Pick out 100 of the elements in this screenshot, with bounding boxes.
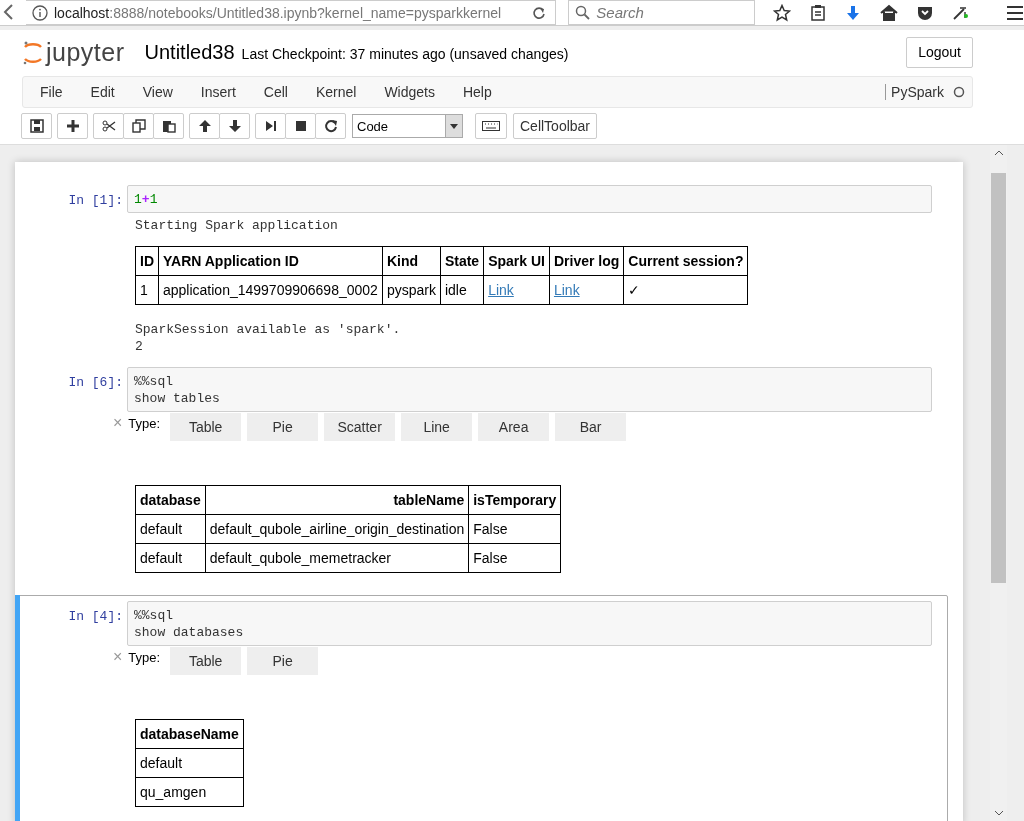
column-header: ID xyxy=(135,246,159,276)
chart-type-button[interactable]: Bar xyxy=(555,413,627,441)
star-icon[interactable] xyxy=(773,3,791,22)
input-prompt: In [6]: xyxy=(67,374,124,392)
home-icon[interactable] xyxy=(880,4,898,21)
code-line: show databases xyxy=(134,624,244,641)
wand-icon[interactable] xyxy=(952,4,969,21)
step-forward-icon xyxy=(263,119,278,133)
up-arrow-button[interactable] xyxy=(189,113,220,139)
table-cell: default_qubole_memetracker xyxy=(205,543,469,573)
chart-type-button[interactable]: Scatter xyxy=(324,413,396,441)
restart-button[interactable] xyxy=(315,113,346,139)
code-editor[interactable]: %%sql show databases xyxy=(127,601,932,646)
restart-icon xyxy=(323,119,338,133)
jupyter-logo[interactable]: jupyter xyxy=(22,37,125,67)
column-header: Kind xyxy=(382,246,441,276)
down-arrow-icon xyxy=(227,119,242,133)
notebook-title[interactable]: Untitled38 xyxy=(144,40,235,64)
table-cell: pyspark xyxy=(382,275,441,305)
scissors-icon xyxy=(101,119,116,133)
menu-item[interactable]: Cell xyxy=(249,84,302,100)
column-header: isTemporary xyxy=(468,485,561,515)
menu-item[interactable]: View xyxy=(128,84,187,100)
shield-icon[interactable] xyxy=(917,4,933,21)
column-header: Driver log xyxy=(549,246,624,276)
step-forward-button[interactable] xyxy=(255,113,286,139)
table-cell: False xyxy=(468,543,561,573)
code-line: show tables xyxy=(134,390,220,407)
paste-icon xyxy=(161,119,176,133)
plus-icon xyxy=(65,119,80,133)
code-line: %%sql xyxy=(134,373,173,390)
column-header: Spark UI xyxy=(483,246,550,276)
chart-type-button[interactable]: Line xyxy=(401,413,473,441)
info-icon[interactable] xyxy=(32,4,48,21)
table-cell: False xyxy=(468,514,561,544)
notebook-cell[interactable]: In [6]: %%sql show tables × Type: Table Pie Scatter Line Area Bar database tableName isTemporary default default_qubole_airline_origin_destination False default default_qubole_memetracker False xyxy=(15,361,948,595)
keyboard-button[interactable] xyxy=(475,113,507,139)
clipboard-icon[interactable] xyxy=(810,4,826,21)
menu-item[interactable]: Kernel xyxy=(301,84,371,100)
save-button[interactable] xyxy=(21,113,52,139)
type-label: Type: xyxy=(128,650,161,665)
download-icon[interactable] xyxy=(845,4,861,21)
table-cell: ✓ xyxy=(623,275,748,305)
chart-type-button[interactable]: Area xyxy=(478,413,550,441)
chart-type-button[interactable]: Table xyxy=(170,647,242,675)
address-bar[interactable]: localhost:8888/notebooks/Untitled38.ipynb?kernel_name=pysparkkernel xyxy=(26,0,557,25)
down-arrow-button[interactable] xyxy=(219,113,250,139)
url-text: localhost:8888/notebooks/Untitled38.ipynb?kernel_name=pysparkkernel xyxy=(54,4,503,21)
code-line: 1+1 xyxy=(134,191,158,208)
checkpoint-status: Last Checkpoint: 37 minutes ago (unsaved changes) xyxy=(241,46,570,62)
output-text: SparkSession available as 'spark'. xyxy=(135,321,401,338)
table-cell: idle xyxy=(440,275,484,305)
keyboard-icon xyxy=(482,121,500,131)
logout-button[interactable]: Logout xyxy=(906,36,973,68)
stop-button[interactable] xyxy=(285,113,316,139)
column-header: tableName xyxy=(205,485,469,515)
table-cell: qu_amgen xyxy=(135,777,244,807)
input-prompt: In [1]: xyxy=(67,192,124,210)
column-header: database xyxy=(135,485,206,515)
table-cell: default xyxy=(135,748,244,778)
scroll-down-icon[interactable] xyxy=(993,809,1004,817)
code-editor[interactable]: %%sql show tables xyxy=(127,367,932,412)
menu-item[interactable]: Edit xyxy=(76,84,129,100)
chart-type-button[interactable]: Table xyxy=(170,413,242,441)
stop-icon xyxy=(293,119,308,133)
code-editor[interactable]: 1+1 xyxy=(127,185,932,213)
column-header: Current session? xyxy=(623,246,748,276)
caret-icon xyxy=(449,122,459,130)
chart-type-button[interactable]: Pie xyxy=(247,647,319,675)
search-field[interactable]: Search xyxy=(568,0,755,25)
column-header: databaseName xyxy=(135,719,244,749)
up-arrow-icon xyxy=(197,119,212,133)
scroll-up-icon[interactable] xyxy=(993,149,1004,157)
celltoolbar-button[interactable]: CellToolbar xyxy=(513,113,598,139)
reload-icon[interactable] xyxy=(531,4,548,21)
link[interactable]: Link xyxy=(553,282,580,298)
menu-item[interactable]: Widgets xyxy=(370,84,449,100)
menu-item[interactable]: Insert xyxy=(186,84,250,100)
menu-icon[interactable] xyxy=(1006,3,1024,22)
column-header: State xyxy=(440,246,484,276)
table-cell: 1 xyxy=(135,275,159,305)
copy-icon xyxy=(131,119,146,133)
kernel-name: PySpark xyxy=(891,84,944,100)
table-cell: default_qubole_airline_origin_destination xyxy=(205,514,469,544)
menu-item[interactable]: File xyxy=(26,84,77,100)
column-header: YARN Application ID xyxy=(158,246,383,276)
menu-item[interactable]: Help xyxy=(448,84,506,100)
save-icon xyxy=(29,119,44,133)
chart-type-button[interactable]: Pie xyxy=(247,413,319,441)
type-label: Type: xyxy=(128,416,161,431)
cell-type-dropdown[interactable]: Code xyxy=(352,114,463,138)
scissors-button[interactable] xyxy=(93,113,124,139)
copy-button[interactable] xyxy=(123,113,154,139)
paste-button[interactable] xyxy=(153,113,184,139)
table-cell: default xyxy=(135,543,206,573)
table-cell: default xyxy=(135,514,206,544)
plus-button[interactable] xyxy=(57,113,88,139)
output-text: Starting Spark application xyxy=(135,217,338,234)
output-text: 2 xyxy=(135,338,143,355)
table-cell: application_1499709906698_0002 xyxy=(158,275,383,305)
